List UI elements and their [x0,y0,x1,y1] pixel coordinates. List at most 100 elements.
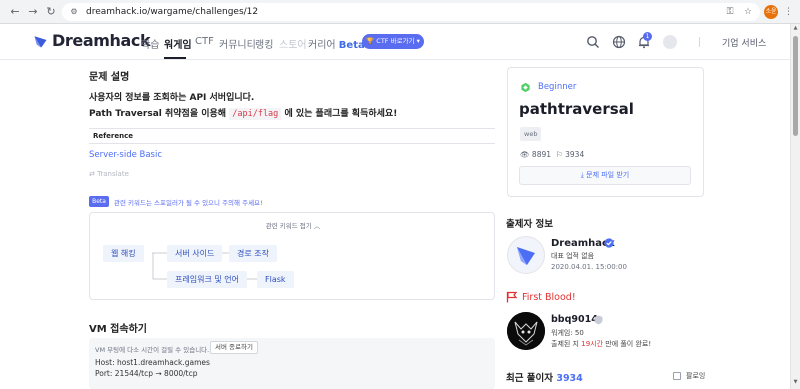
author-heading: 출제자 정보 [506,219,554,230]
nav-ctf[interactable]: CTF [195,36,214,47]
browser-menu-icon[interactable]: ⋮ [784,5,793,19]
level-label: Beginner [538,82,577,92]
keyword-web-hacking[interactable]: 웹 해킹 [103,245,144,262]
url-text[interactable]: dreamhack.io/wargame/challenges/12 [86,7,258,17]
first-blood-heading: First Blood! [522,292,576,303]
nav-wargame[interactable]: 워게임 [164,36,192,51]
key-icon[interactable]: ⚿ [724,6,736,18]
nav-career[interactable]: 커리어 Beta [308,36,365,51]
solver-avatar-image [507,312,545,350]
vm-host[interactable]: Host: host1.dreamhack.games [95,358,210,367]
desc-text-post: 에 있는 플래그를 획득하세요! [284,109,398,119]
recent-solvers-count: 3934 [556,373,583,384]
dreamhack-logo-icon[interactable] [33,34,48,49]
first-blood-avatar[interactable] [507,312,545,350]
first-blood-time-highlight: 19시간 [581,340,604,348]
first-blood-time: 출제된 지 19시간 만에 풀이 완료! [551,339,651,349]
arrow-right-icon[interactable]: → [26,5,40,19]
author-achievement: 대표 업적 없음 [551,252,595,260]
first-blood-time-pre: 출제된 지 [551,340,579,348]
api-flag-code: /api/flag [229,108,282,120]
following-checkbox-label[interactable]: 팔로잉 [686,371,705,381]
globe-icon[interactable] [612,35,626,49]
solves-count: 3934 [565,150,585,159]
bookmark-star-icon[interactable]: ☆ [742,6,754,18]
reference-label: Reference [93,132,134,140]
challenge-title: pathtraversal [519,100,634,118]
challenge-card: Beginner pathtraversal web 👁 8891 ⚐ 3934… [507,67,704,197]
beginner-level-icon [521,82,530,93]
browser-toolbar: ← → ↻ ⚙ dreamhack.io/wargame/challenges/… [0,0,800,24]
eye-icon: 👁 [520,150,530,159]
reference-link[interactable]: Server-side Basic [89,150,162,160]
scroll-down-arrow-icon[interactable]: ▼ [792,379,799,386]
search-icon[interactable] [586,35,600,49]
translate-button[interactable]: ⇄ Translate [89,170,129,178]
keyword-server-side[interactable]: 서버 사이드 [167,245,223,262]
recent-solvers-label: 최근 풀이자 [506,373,554,384]
keyword-path-manipulation[interactable]: 경로 조작 [229,245,277,262]
problem-section-title: 문제 설명 [89,72,130,83]
nav-career-beta: Beta [338,40,365,51]
flag-icon: ⚐ [556,150,563,159]
nav-community[interactable]: 커뮤니티 [219,36,256,51]
download-label: 문제 파일 받기 [586,171,630,179]
verified-badge-icon [604,238,614,248]
views-stat: 👁 8891 [520,150,551,159]
page-scrollbar[interactable]: ▲ ▼ [790,24,800,389]
scroll-up-arrow-icon[interactable]: ▲ [792,25,799,32]
scrollbar-thumb[interactable] [793,36,798,136]
nav-ranking[interactable]: 랭킹 [255,36,273,51]
vm-info-box: VM 부팅에 다소 시간이 걸릴 수 있습니다. 서버 종료하기 Host: h… [89,338,495,389]
keywords-beta-badge: Beta [89,196,109,207]
problem-description-line2: Path Traversal 취약점을 이용해 /api/flag 에 있는 플… [89,106,398,120]
vm-port[interactable]: Port: 21544/tcp → 8000/tcp [95,369,197,378]
browser-profile-avatar[interactable]: 소윤 [764,5,778,19]
translate-label: Translate [97,170,129,178]
keyword-framework-language[interactable]: 프레임워크 및 언어 [167,271,247,288]
brand-name[interactable]: Dreamhack [52,31,151,50]
user-avatar[interactable] [663,35,677,49]
vm-boot-note: VM 부팅에 다소 시간이 걸릴 수 있습니다. [95,346,210,354]
desc-text-pre: Path Traversal 취약점을 이용해 [89,109,227,119]
enterprise-service-link[interactable]: 기업 서비스 [722,36,766,49]
download-icon: ⤓ [580,171,584,179]
trophy-icon: 🏆 [366,37,375,45]
keyword-flask[interactable]: Flask [257,271,294,288]
reference-header: Reference [89,128,495,144]
vm-stop-button[interactable]: 서버 종료하기 [210,341,258,354]
notification-badge: 1 [643,32,652,41]
download-files-button[interactable]: ⤓ 문제 파일 받기 [519,166,691,185]
challenge-tag[interactable]: web [520,127,542,141]
first-blood-time-post: 만에 풀이 완료! [605,340,652,348]
first-blood-username[interactable]: bbq9014 [551,314,598,325]
solves-stat: ⚐ 3934 [556,150,584,159]
ctf-shortcut-button[interactable]: 🏆 CTF 바로가기 ▾ [362,34,424,49]
author-date: 2020.04.01. 15:00:00 [551,263,627,271]
chevron-down-icon: ▾ [416,37,420,45]
arrow-left-icon[interactable]: ← [8,5,22,19]
first-blood-flag-icon [506,291,517,303]
address-bar[interactable]: ⚙ dreamhack.io/wargame/challenges/12 ⚿ ☆ [62,3,760,21]
nav-store[interactable]: 스토어 [279,36,307,51]
views-count: 8891 [531,150,552,159]
rank-shield-icon [594,315,603,325]
site-header: Dreamhack 학습 워게임 CTF 커뮤니티 랭킹 스토어 커리어 Bet… [0,24,790,60]
recent-solvers-heading: 최근 풀이자 3934 [506,370,583,384]
translate-icon: ⇄ [89,170,95,178]
nav-learn[interactable]: 학습 [141,36,159,51]
author-avatar[interactable] [507,236,545,274]
following-checkbox[interactable] [673,372,681,380]
nav-active-indicator [164,57,186,59]
dreamhack-avatar-icon [517,247,535,265]
ctf-shortcut-label: CTF 바로가기 [376,37,415,45]
first-blood-wargame-score: 워게임: 50 [551,329,584,337]
keyword-tree-lines [152,252,258,280]
nav-career-label: 커리어 [308,40,336,51]
reload-icon[interactable]: ↻ [44,5,58,19]
keywords-spoiler-note: 관련 키워드는 스포일러가 될 수 있으니 주의해 주세요! [114,199,263,207]
related-keywords-panel: 관련 키워드 접기 ︿ 웹 해킹 서버 사이드 경로 조작 프레임워크 및 언어… [89,212,495,300]
problem-description-line1: 사용자의 정보를 조회하는 API 서버입니다. [89,93,255,103]
header-divider [699,37,700,47]
site-info-icon[interactable]: ⚙ [68,6,80,18]
